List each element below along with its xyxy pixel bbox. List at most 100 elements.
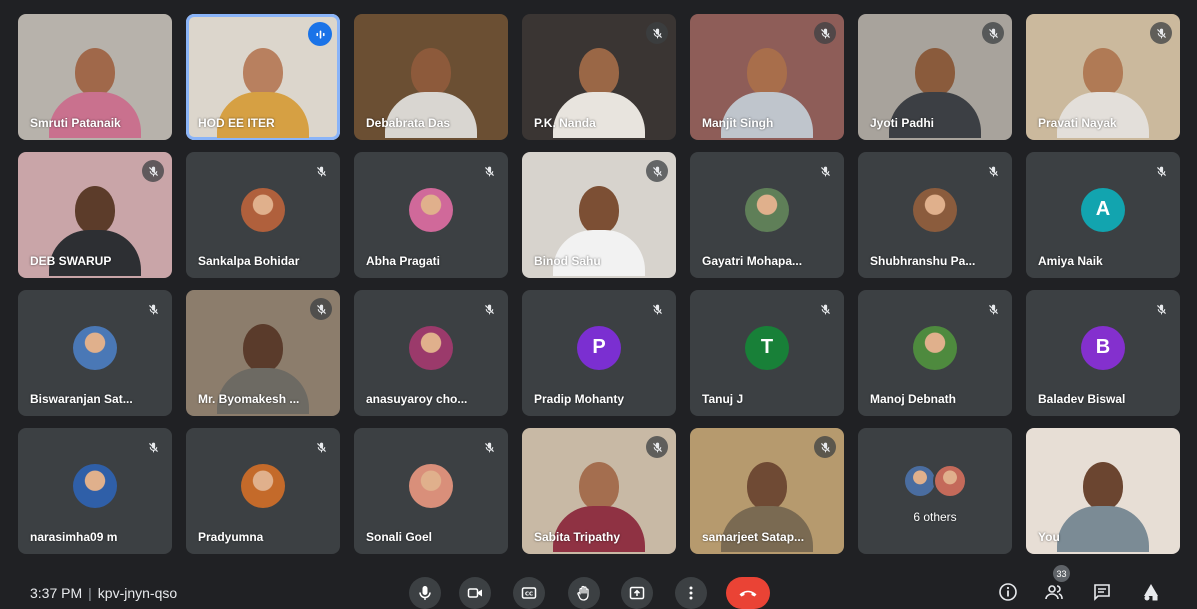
participant-name: You — [1038, 530, 1060, 544]
microphone-off-icon — [484, 166, 494, 176]
muted-indicator — [814, 160, 836, 182]
people-count-badge: 33 — [1053, 565, 1070, 582]
participant-tile[interactable]: P Pradip Mohanty — [522, 290, 676, 416]
participant-tile[interactable]: DEB SWARUP — [18, 152, 172, 278]
participant-name: Binod Sahu — [534, 254, 601, 268]
leave-call-button[interactable] — [726, 577, 770, 609]
participant-tile[interactable]: Sankalpa Bohidar — [186, 152, 340, 278]
participant-video — [1057, 462, 1149, 552]
participant-name: samarjeet Satap... — [702, 530, 805, 544]
microphone-off-icon — [652, 28, 662, 38]
participant-name: HOD EE ITER — [198, 116, 275, 130]
participant-tile[interactable]: P.K. Nanda — [522, 14, 676, 140]
participant-tile[interactable]: Manjit Singh — [690, 14, 844, 140]
participant-name: Gayatri Mohapa... — [702, 254, 803, 268]
muted-indicator — [142, 160, 164, 182]
participant-tile[interactable]: Shubhranshu Pa... — [858, 152, 1012, 278]
participant-tile[interactable]: HOD EE ITER — [186, 14, 340, 140]
participant-tile[interactable]: 6 others — [858, 428, 1012, 554]
activities-icon[interactable] — [1141, 582, 1161, 602]
raise-hand-button[interactable] — [568, 577, 600, 609]
speaking-indicator — [308, 22, 332, 46]
participant-tile[interactable]: narasimha09 m — [18, 428, 172, 554]
microphone-button[interactable] — [409, 577, 441, 609]
muted-indicator — [646, 436, 668, 458]
microphone-off-icon — [316, 442, 326, 452]
participant-name: Pradip Mohanty — [534, 392, 625, 406]
muted-indicator — [646, 298, 668, 320]
microphone-off-icon — [484, 442, 494, 452]
microphone-off-icon — [652, 166, 662, 176]
participant-name: Pradyumna — [198, 530, 264, 544]
participant-tile[interactable]: Sonali Goel — [354, 428, 508, 554]
participant-tile[interactable]: Pradyumna — [186, 428, 340, 554]
avatar — [933, 464, 967, 498]
avatar — [409, 187, 453, 232]
participant-name: Baladev Biswal — [1038, 392, 1126, 406]
participant-name: Sonali Goel — [366, 530, 433, 544]
participant-name: Sankalpa Bohidar — [198, 254, 300, 268]
meeting-details-icon[interactable] — [998, 582, 1018, 602]
others-avatars — [903, 464, 967, 498]
captions-button[interactable]: CC — [513, 577, 545, 609]
muted-indicator — [1150, 298, 1172, 320]
avatar — [409, 325, 453, 370]
participant-tile[interactable]: Pravati Nayak — [1026, 14, 1180, 140]
muted-indicator — [814, 436, 836, 458]
participant-name: Shubhranshu Pa... — [870, 254, 976, 268]
muted-indicator — [142, 436, 164, 458]
chat-icon[interactable] — [1092, 582, 1112, 602]
microphone-off-icon — [652, 304, 662, 314]
avatar: T — [745, 325, 789, 370]
avatar: B — [1081, 325, 1125, 370]
participant-name: narasimha09 m — [30, 530, 118, 544]
participant-tile[interactable]: Manoj Debnath — [858, 290, 1012, 416]
participant-name: Amiya Naik — [1038, 254, 1103, 268]
microphone-off-icon — [820, 442, 830, 452]
participant-tile[interactable]: samarjeet Satap... — [690, 428, 844, 554]
participant-name: Mr. Byomakesh ... — [198, 392, 300, 406]
participant-tile[interactable]: Mr. Byomakesh ... — [186, 290, 340, 416]
participant-name: Debabrata Das — [366, 116, 451, 130]
muted-indicator — [1150, 160, 1172, 182]
participant-name: Jyoti Padhi — [870, 116, 935, 130]
participant-tile[interactable]: Abha Pragati — [354, 152, 508, 278]
more-options-button[interactable] — [675, 577, 707, 609]
microphone-off-icon — [148, 442, 158, 452]
participant-grid: Smruti Patanaik HOD EE ITER Debabrata Das P… — [18, 14, 1180, 554]
microphone-off-icon — [988, 304, 998, 314]
microphone-off-icon — [148, 304, 158, 314]
avatar — [903, 464, 937, 498]
participant-tile[interactable]: Gayatri Mohapa... — [690, 152, 844, 278]
microphone-off-icon — [316, 166, 326, 176]
participant-tile[interactable]: A Amiya Naik — [1026, 152, 1180, 278]
muted-indicator — [142, 298, 164, 320]
avatar: A — [1081, 187, 1125, 232]
camera-button[interactable] — [459, 577, 491, 609]
participant-name: anasuyaroy cho... — [366, 392, 468, 406]
participant-tile[interactable]: Debabrata Das — [354, 14, 508, 140]
participant-name: Biswaranjan Sat... — [30, 392, 133, 406]
participant-tile[interactable]: Biswaranjan Sat... — [18, 290, 172, 416]
participant-tile[interactable]: T Tanuj J — [690, 290, 844, 416]
participant-name: 6 others — [913, 510, 957, 524]
avatar — [241, 463, 285, 508]
present-screen-button[interactable] — [621, 577, 653, 609]
people-icon[interactable] — [1044, 582, 1064, 602]
muted-indicator — [310, 298, 332, 320]
participant-tile[interactable]: Jyoti Padhi — [858, 14, 1012, 140]
avatar — [73, 325, 117, 370]
muted-indicator — [646, 22, 668, 44]
participant-name: Smruti Patanaik — [30, 116, 121, 130]
microphone-off-icon — [820, 28, 830, 38]
microphone-off-icon — [1156, 166, 1166, 176]
participant-tile[interactable]: Smruti Patanaik — [18, 14, 172, 140]
microphone-off-icon — [484, 304, 494, 314]
participant-tile[interactable]: You — [1026, 428, 1180, 554]
participant-tile[interactable]: B Baladev Biswal — [1026, 290, 1180, 416]
participant-tile[interactable]: anasuyaroy cho... — [354, 290, 508, 416]
participant-name: P.K. Nanda — [534, 116, 596, 130]
participant-name: Manjit Singh — [702, 116, 774, 130]
participant-tile[interactable]: Binod Sahu — [522, 152, 676, 278]
participant-tile[interactable]: Sabita Tripathy — [522, 428, 676, 554]
